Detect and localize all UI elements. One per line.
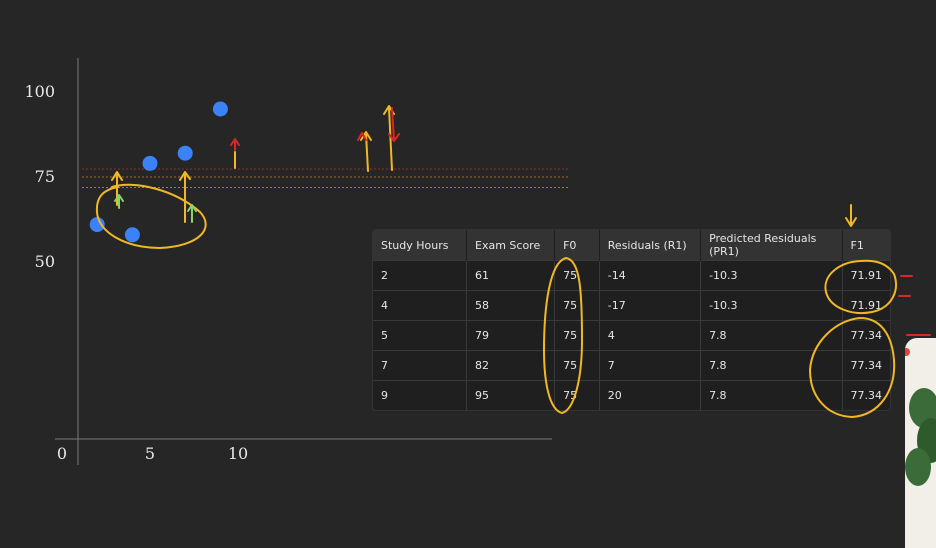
data-point <box>177 145 193 161</box>
cell-predicted-residual: -10.3 <box>700 260 843 291</box>
data-point <box>142 155 158 171</box>
y-tick-label: 100 <box>24 82 55 101</box>
data-point <box>89 217 105 233</box>
cell-f1: 77.34 <box>842 380 890 410</box>
table-row: 7 82 75 7 7.8 77.34 <box>373 350 890 381</box>
cell-predicted-residual: -10.3 <box>700 290 843 321</box>
cell-f0: 75 <box>554 290 600 321</box>
cell-residual: 20 <box>599 380 702 410</box>
cell-exam-score: 95 <box>466 380 556 410</box>
header-residuals: Residuals (R1) <box>599 230 702 261</box>
x-tick-label: 0 <box>57 444 67 463</box>
cell-study-hours: 2 <box>373 260 467 291</box>
cell-f1: 77.34 <box>842 350 890 381</box>
cell-exam-score: 82 <box>466 350 556 381</box>
cell-predicted-residual: 7.8 <box>700 350 843 381</box>
y-tick-label: 75 <box>35 167 55 186</box>
table-row: 5 79 75 4 7.8 77.34 <box>373 320 890 351</box>
data-point <box>124 227 140 243</box>
cell-predicted-residual: 7.8 <box>700 380 843 410</box>
cell-residual: -14 <box>599 260 702 291</box>
data-table: Study Hours Exam Score F0 Residuals (R1)… <box>372 229 891 411</box>
cell-f1: 71.91 <box>842 260 890 291</box>
cell-study-hours: 9 <box>373 380 467 410</box>
video-thumbnail <box>905 338 936 548</box>
data-point <box>212 101 228 117</box>
cell-study-hours: 4 <box>373 290 467 321</box>
header-f0: F0 <box>554 230 600 261</box>
cell-exam-score: 61 <box>466 260 556 291</box>
x-tick-label: 10 <box>228 444 248 463</box>
cell-residual: 7 <box>599 350 702 381</box>
cell-f1: 77.34 <box>842 320 890 351</box>
cell-exam-score: 58 <box>466 290 556 321</box>
header-exam-score: Exam Score <box>466 230 556 261</box>
y-tick-label: 50 <box>35 252 55 271</box>
header-f1: F1 <box>842 230 890 261</box>
recording-dot <box>905 348 910 356</box>
cell-f0: 75 <box>554 320 600 351</box>
cell-residual: 4 <box>599 320 702 351</box>
table-row: 4 58 75 -17 -10.3 71.91 <box>373 290 890 321</box>
cell-study-hours: 5 <box>373 320 467 351</box>
table-row: 2 61 75 -14 -10.3 71.91 <box>373 260 890 291</box>
cell-study-hours: 7 <box>373 350 467 381</box>
header-study-hours: Study Hours <box>373 230 467 261</box>
cell-f1: 71.91 <box>842 290 890 321</box>
cell-f0: 75 <box>554 260 600 291</box>
cell-f0: 75 <box>554 350 600 381</box>
cell-exam-score: 79 <box>466 320 556 351</box>
x-tick-label: 5 <box>145 444 155 463</box>
header-predicted-residuals: Predicted Residuals (PR1) <box>700 230 843 261</box>
cell-predicted-residual: 7.8 <box>700 320 843 351</box>
table-header-row: Study Hours Exam Score F0 Residuals (R1)… <box>373 230 890 261</box>
cell-residual: -17 <box>599 290 702 321</box>
cell-f0: 75 <box>554 380 600 410</box>
table-row: 9 95 75 20 7.8 77.34 <box>373 380 890 410</box>
